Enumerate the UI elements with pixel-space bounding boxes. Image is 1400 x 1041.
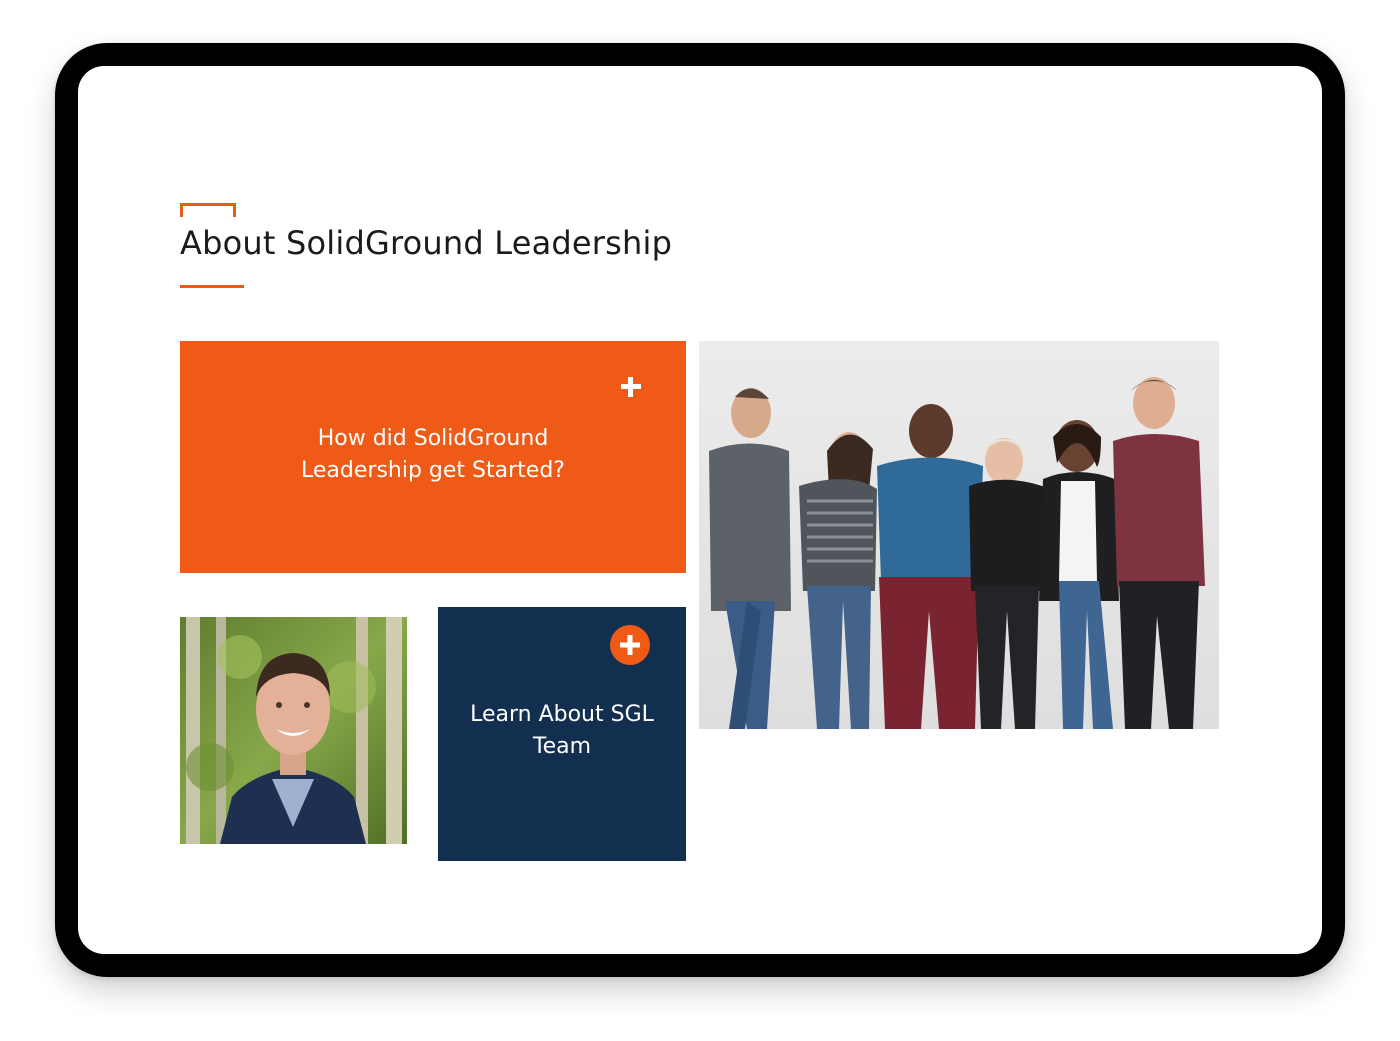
learn-team-card[interactable]: Learn About SGL Team: [438, 607, 686, 861]
how-started-label: How did SolidGround Leadership get Start…: [301, 426, 565, 483]
page-title: About SolidGround Leadership: [180, 224, 673, 262]
plus-circle-icon[interactable]: [610, 625, 650, 665]
plus-icon[interactable]: [618, 374, 644, 400]
team-group-photo: [699, 341, 1219, 729]
heading-bracket-decoration: [180, 203, 236, 217]
tablet-screen: About SolidGround Leadership How did Sol…: [78, 66, 1322, 954]
how-started-card[interactable]: How did SolidGround Leadership get Start…: [180, 341, 686, 573]
tablet-frame: About SolidGround Leadership How did Sol…: [55, 43, 1345, 977]
leader-portrait: [180, 617, 407, 844]
heading-underline: [180, 285, 244, 288]
learn-team-label: Learn About SGL Team: [470, 702, 654, 759]
